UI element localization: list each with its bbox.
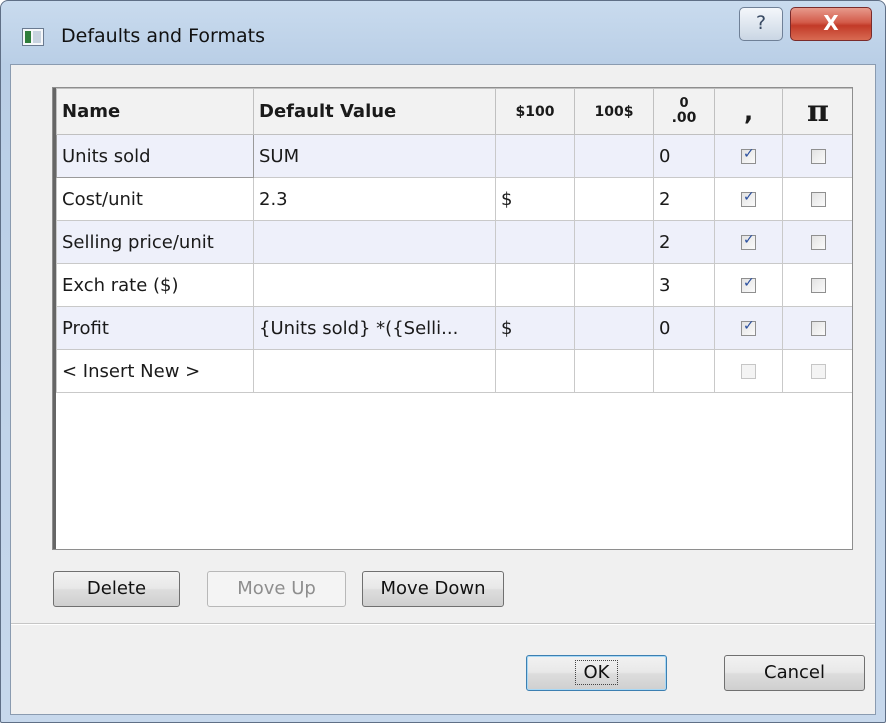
- col-header-pi[interactable]: π: [782, 88, 852, 135]
- pi-checkbox[interactable]: [810, 149, 826, 164]
- move-up-button[interactable]: Move Up: [207, 571, 346, 607]
- cell-prefix[interactable]: [495, 220, 575, 264]
- cell-prefix[interactable]: [495, 134, 575, 178]
- col-header-name[interactable]: Name: [56, 88, 254, 135]
- cell-name[interactable]: Cost/unit: [56, 177, 254, 221]
- col-header-prefix[interactable]: $100: [495, 88, 575, 135]
- table-row[interactable]: Exch rate ($) 3: [56, 263, 852, 307]
- cell-default-value[interactable]: [253, 263, 496, 307]
- cell-suffix[interactable]: [574, 349, 654, 393]
- col-header-suffix[interactable]: 100$: [574, 88, 654, 135]
- pi-checkbox[interactable]: [810, 192, 826, 207]
- cell-comma: [714, 177, 783, 221]
- table-header-row: Name Default Value $100 100$ 0 .00 , π: [56, 88, 852, 135]
- col-header-default-value[interactable]: Default Value: [253, 88, 496, 135]
- cell-name[interactable]: Exch rate ($): [56, 263, 254, 307]
- cell-pi: [782, 220, 852, 264]
- cell-comma: [714, 134, 783, 178]
- cell-suffix[interactable]: [574, 263, 654, 307]
- decimals-top: 0: [679, 95, 689, 111]
- pi-checkbox[interactable]: [810, 321, 826, 336]
- cell-prefix[interactable]: [495, 349, 575, 393]
- app-icon: [22, 28, 44, 46]
- cell-decimals[interactable]: 0: [653, 306, 715, 350]
- cell-comma: [714, 263, 783, 307]
- cell-name[interactable]: Selling price/unit: [56, 220, 254, 264]
- cell-suffix[interactable]: [574, 306, 654, 350]
- cell-suffix[interactable]: [574, 220, 654, 264]
- comma-checkbox[interactable]: [741, 232, 756, 250]
- ok-button[interactable]: OK: [526, 655, 667, 691]
- table-row[interactable]: Profit {Units sold} *({Selli... $0: [56, 306, 852, 350]
- cell-default-value[interactable]: [253, 349, 496, 393]
- help-button[interactable]: ?: [739, 7, 783, 41]
- cell-pi: [782, 306, 852, 350]
- comma-checkbox[interactable]: [741, 318, 756, 336]
- table-row[interactable]: < Insert New >: [56, 349, 852, 393]
- separator: [11, 623, 875, 625]
- cell-name[interactable]: Profit: [56, 306, 254, 350]
- table-row[interactable]: Cost/unit 2.3 $2: [56, 177, 852, 221]
- cell-prefix[interactable]: $: [495, 177, 575, 221]
- cell-default-value[interactable]: {Units sold} *({Selli...: [253, 306, 496, 350]
- cell-decimals[interactable]: 0: [653, 134, 715, 178]
- decimals-bottom: .00: [671, 109, 697, 126]
- pi-checkbox[interactable]: [810, 235, 826, 250]
- dialog-window: Defaults and Formats ? X Name Default Va…: [0, 0, 886, 723]
- cell-default-value[interactable]: 2.3: [253, 177, 496, 221]
- col-header-decimals[interactable]: 0 .00: [653, 88, 715, 135]
- pi-checkbox[interactable]: [810, 278, 826, 293]
- cell-default-value[interactable]: SUM: [253, 134, 496, 178]
- delete-button[interactable]: Delete: [53, 571, 180, 607]
- cell-name[interactable]: Units sold: [56, 134, 254, 178]
- cell-name[interactable]: < Insert New >: [56, 349, 254, 393]
- cell-comma: [714, 349, 783, 393]
- cancel-button[interactable]: Cancel: [724, 655, 865, 691]
- dialog-body: Name Default Value $100 100$ 0 .00 , π U…: [10, 64, 876, 715]
- comma-checkbox[interactable]: [741, 275, 756, 293]
- table-row[interactable]: Units sold SUM 0: [56, 134, 852, 178]
- table-row[interactable]: Selling price/unit 2: [56, 220, 852, 264]
- cell-decimals[interactable]: 2: [653, 177, 715, 221]
- cell-comma: [714, 306, 783, 350]
- cell-suffix[interactable]: [574, 134, 654, 178]
- cell-prefix[interactable]: $: [495, 306, 575, 350]
- cell-pi: [782, 134, 852, 178]
- cell-prefix[interactable]: [495, 263, 575, 307]
- cell-comma: [714, 220, 783, 264]
- cell-decimals[interactable]: 3: [653, 263, 715, 307]
- cell-pi: [782, 349, 852, 393]
- comma-checkbox[interactable]: [741, 146, 756, 164]
- title-bar: Defaults and Formats ? X: [1, 1, 885, 65]
- cell-decimals[interactable]: [653, 349, 715, 393]
- close-button[interactable]: X: [790, 7, 872, 41]
- comma-checkbox[interactable]: [741, 189, 756, 207]
- formats-table: Name Default Value $100 100$ 0 .00 , π U…: [56, 88, 852, 393]
- cell-decimals[interactable]: 2: [653, 220, 715, 264]
- cell-pi: [782, 263, 852, 307]
- window-title: Defaults and Formats: [61, 25, 265, 47]
- comma-checkbox[interactable]: [741, 364, 756, 379]
- move-down-button[interactable]: Move Down: [362, 571, 504, 607]
- ok-label: OK: [574, 660, 619, 685]
- formats-grid: Name Default Value $100 100$ 0 .00 , π U…: [52, 87, 853, 550]
- cell-pi: [782, 177, 852, 221]
- col-header-comma[interactable]: ,: [714, 88, 783, 135]
- cell-suffix[interactable]: [574, 177, 654, 221]
- cell-default-value[interactable]: [253, 220, 496, 264]
- pi-checkbox[interactable]: [810, 364, 826, 379]
